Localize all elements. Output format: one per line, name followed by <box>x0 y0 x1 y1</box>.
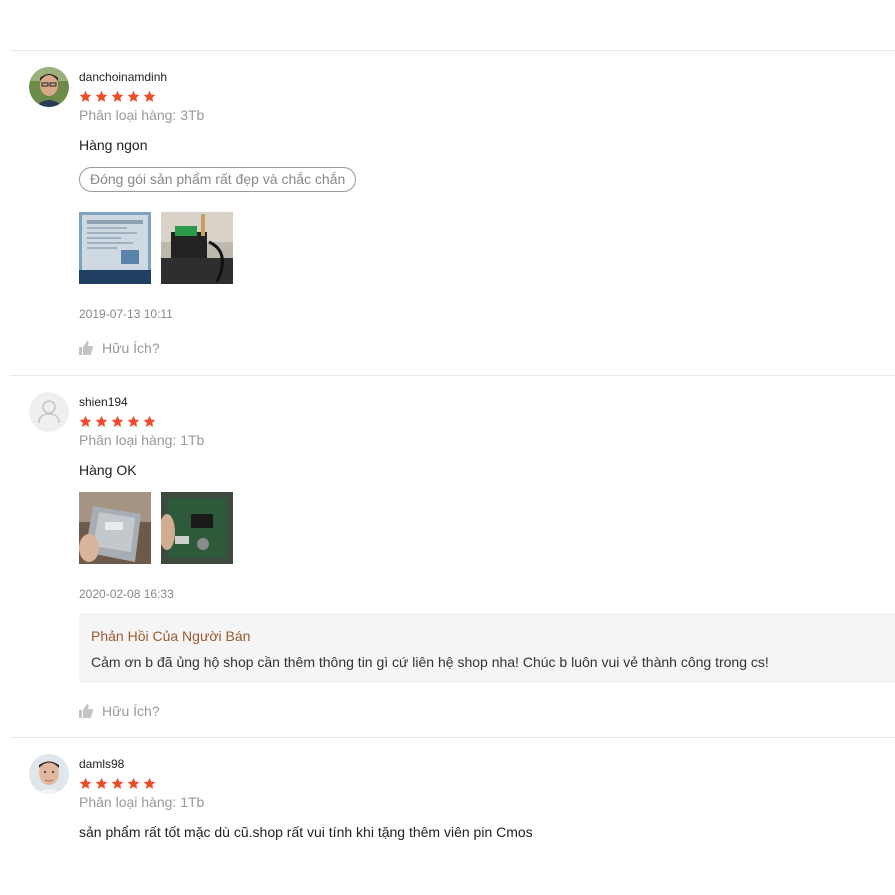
review-image[interactable] <box>161 212 233 284</box>
review-image[interactable] <box>79 492 151 564</box>
seller-reply: Phản Hồi Của Người Bán Cảm ơn b đã ủng h… <box>79 613 895 683</box>
star-icon <box>95 90 108 102</box>
review-username[interactable]: danchoinamdinh <box>79 70 167 84</box>
star-icon <box>111 90 124 102</box>
seller-reply-text: Cảm ơn b đã ủng hộ shop cần thêm thông t… <box>91 654 769 670</box>
star-icon <box>79 415 92 427</box>
seller-reply-title: Phản Hồi Của Người Bán <box>91 628 251 644</box>
star-icon <box>127 777 140 789</box>
star-icon <box>111 415 124 427</box>
rating-stars <box>79 777 156 790</box>
thumbs-up-icon <box>79 341 93 355</box>
star-icon <box>127 415 140 427</box>
avatar[interactable] <box>29 67 69 107</box>
helpful-label: Hữu Ích? <box>102 340 160 356</box>
review-tag-chip: Đóng gói sản phẩm rất đẹp và chắc chắn <box>79 167 357 192</box>
review-username[interactable]: damls98 <box>79 757 124 771</box>
avatar[interactable] <box>29 392 69 432</box>
review-content: damls98 Phân loại hàng: 1Tb sản phẩm rất… <box>79 738 895 895</box>
helpful-button[interactable]: Hữu Ích? <box>79 703 160 719</box>
star-icon <box>95 777 108 789</box>
variation-label: Phân loại hàng: 1Tb <box>79 432 205 448</box>
helpful-button[interactable]: Hữu Ích? <box>79 340 160 356</box>
thumbs-up-icon <box>79 704 93 718</box>
avatar[interactable] <box>29 754 69 794</box>
star-icon <box>95 415 108 427</box>
rating-stars <box>79 90 156 103</box>
review-item: damls98 Phân loại hàng: 1Tb sản phẩm rất… <box>10 737 895 895</box>
review-username[interactable]: shien194 <box>79 395 128 409</box>
star-icon <box>143 415 156 427</box>
star-icon <box>111 777 124 789</box>
review-image[interactable] <box>79 212 151 284</box>
star-icon <box>143 777 156 789</box>
star-icon <box>79 777 92 789</box>
review-content: danchoinamdinh Phân loại hàng: 3Tb Hàng … <box>79 51 895 377</box>
rating-stars <box>79 415 156 428</box>
review-item: danchoinamdinh Phân loại hàng: 3Tb Hàng … <box>10 50 895 376</box>
helpful-label: Hữu Ích? <box>102 703 160 719</box>
review-comment: Hàng ngon <box>79 137 148 153</box>
star-icon <box>127 90 140 102</box>
review-item: shien194 Phân loại hàng: 1Tb Hàng OK 202… <box>10 375 895 738</box>
review-comment: Hàng OK <box>79 462 137 478</box>
review-image[interactable] <box>161 492 233 564</box>
review-timestamp: 2020-02-08 16:33 <box>79 587 174 601</box>
variation-label: Phân loại hàng: 1Tb <box>79 794 205 810</box>
variation-label: Phân loại hàng: 3Tb <box>79 107 205 123</box>
star-icon <box>143 90 156 102</box>
review-content: shien194 Phân loại hàng: 1Tb Hàng OK 202… <box>79 376 895 739</box>
review-comment: sản phẩm rất tốt mặc dù cũ.shop rất vui … <box>79 824 533 840</box>
review-timestamp: 2019-07-13 10:11 <box>79 307 173 321</box>
star-icon <box>79 90 92 102</box>
